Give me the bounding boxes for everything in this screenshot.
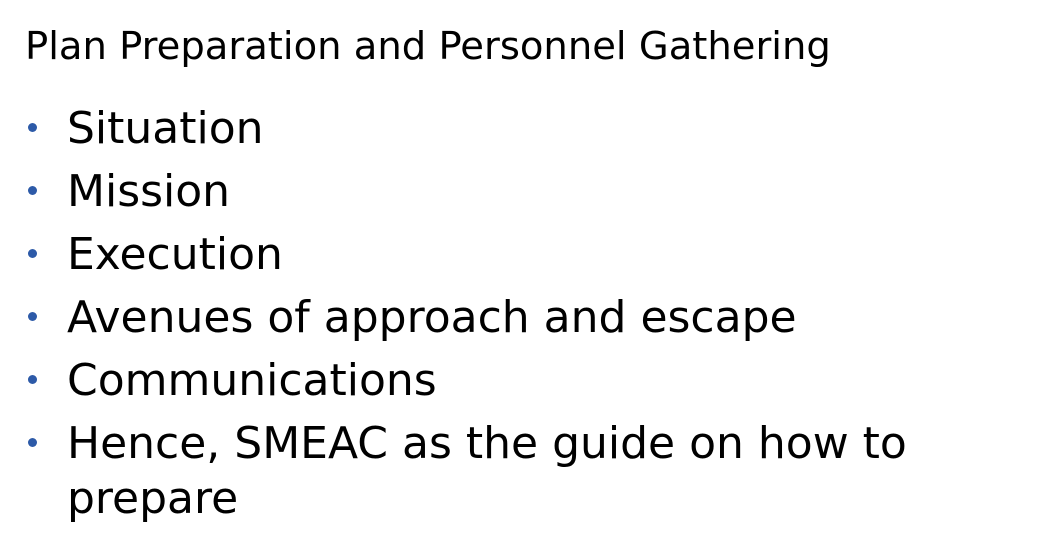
- bullet-icon: [28, 438, 37, 447]
- bullet-list: Situation Mission Execution Avenues of a…: [0, 101, 1000, 534]
- slide-title: Plan Preparation and Personnel Gathering: [25, 24, 831, 69]
- list-item: Avenues of approach and escape: [0, 290, 947, 345]
- list-item: Communications: [0, 353, 947, 408]
- list-item: Situation: [0, 101, 947, 156]
- bullet-icon: [28, 123, 37, 132]
- list-item-text: Hence, SMEAC as the guide on how to prep…: [67, 418, 907, 524]
- list-item-text: Communications: [67, 355, 437, 406]
- list-item-text: Execution: [67, 229, 283, 280]
- list-item-text: Situation: [67, 103, 264, 154]
- list-item-text: Avenues of approach and escape: [67, 292, 797, 343]
- bullet-icon: [28, 249, 37, 258]
- list-item: Execution: [0, 227, 947, 282]
- bullet-icon: [28, 186, 37, 195]
- bullet-icon: [28, 375, 37, 384]
- list-item-text: Mission: [67, 166, 231, 217]
- list-item: Hence, SMEAC as the guide on how to prep…: [0, 416, 947, 526]
- list-item: Mission: [0, 164, 947, 219]
- bullet-icon: [28, 312, 37, 321]
